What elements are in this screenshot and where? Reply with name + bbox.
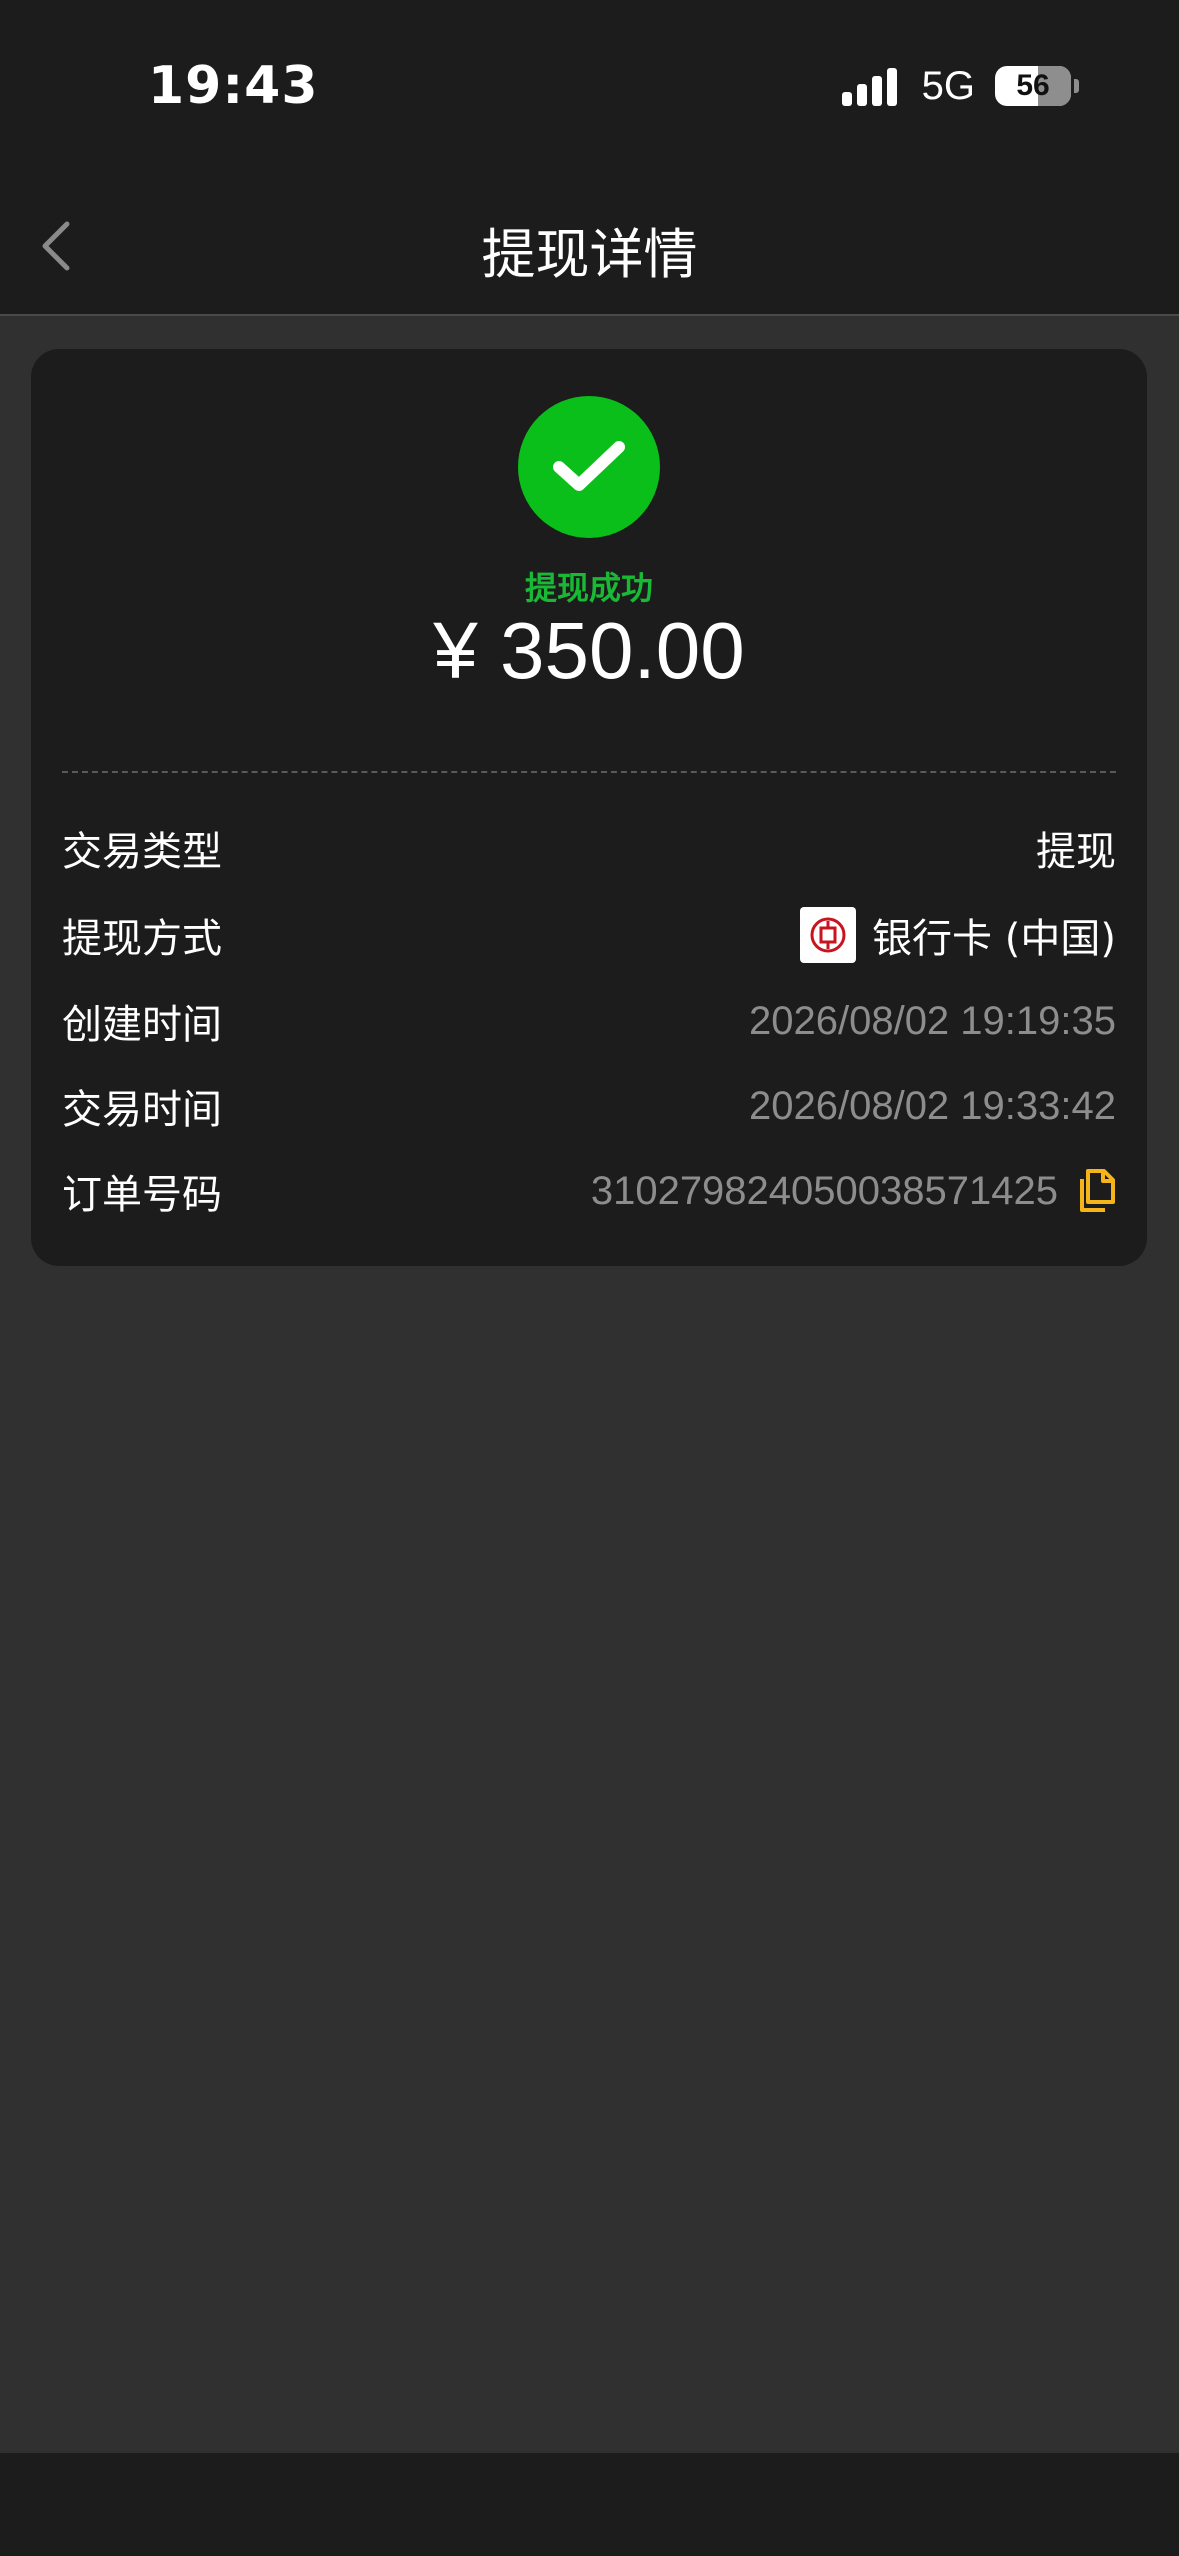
detail-row-method: 提现方式 银行卡 (中国) (62, 905, 1116, 965)
check-circle-icon (518, 396, 660, 538)
withdrawal-card: 提现成功 ¥ 350.00 交易类型 提现 提现方式 银行卡 (中国) 创建时间… (31, 349, 1147, 1266)
battery-tip (1074, 79, 1079, 93)
amount: ¥ 350.00 (433, 606, 745, 695)
method-text: 银行卡 (中国) (872, 916, 1116, 962)
detail-row-transaction-time: 交易时间 2026/08/02 19:33:42 (62, 1076, 1116, 1136)
detail-row-created: 创建时间 2026/08/02 19:19:35 (62, 991, 1116, 1051)
battery-level: 56 (1016, 69, 1050, 102)
detail-row-order-number: 订单号码 310279824050038571425 (62, 1161, 1116, 1221)
screen: 19:43 5G 56 提现详情 提现成功 ¥ 350.00 交易类型 提现 提… (0, 0, 1179, 2556)
top-bar: 19:43 5G 56 提现详情 (0, 0, 1179, 316)
detail-label: 提现方式 (62, 916, 222, 962)
detail-label: 交易时间 (62, 1087, 222, 1133)
network-type: 5G (921, 63, 975, 108)
page-title: 提现详情 (481, 223, 698, 286)
status-indicators: 5G 56 (841, 63, 1079, 108)
bottom-bar (0, 2453, 1179, 2556)
detail-label: 创建时间 (62, 1002, 222, 1048)
detail-value-method: 银行卡 (中国) (800, 906, 1116, 964)
detail-row-type: 交易类型 提现 (62, 818, 1116, 878)
detail-value: 提现 (1036, 829, 1116, 875)
detail-label: 交易类型 (62, 829, 222, 875)
copy-icon[interactable] (1074, 1168, 1116, 1214)
detail-value-order: 310279824050038571425 (591, 1168, 1116, 1214)
detail-value: 2026/08/02 19:33:42 (748, 1083, 1116, 1128)
detail-label: 订单号码 (62, 1172, 222, 1218)
status-text: 提现成功 (524, 569, 653, 607)
status-time: 19:43 (148, 56, 319, 116)
bank-logo-icon (800, 907, 857, 963)
dashed-divider (62, 771, 1116, 773)
order-number: 310279824050038571425 (590, 1168, 1058, 1213)
battery-icon: 56 (995, 66, 1071, 106)
detail-value: 2026/08/02 19:19:35 (748, 998, 1116, 1043)
signal-icon (841, 66, 902, 106)
